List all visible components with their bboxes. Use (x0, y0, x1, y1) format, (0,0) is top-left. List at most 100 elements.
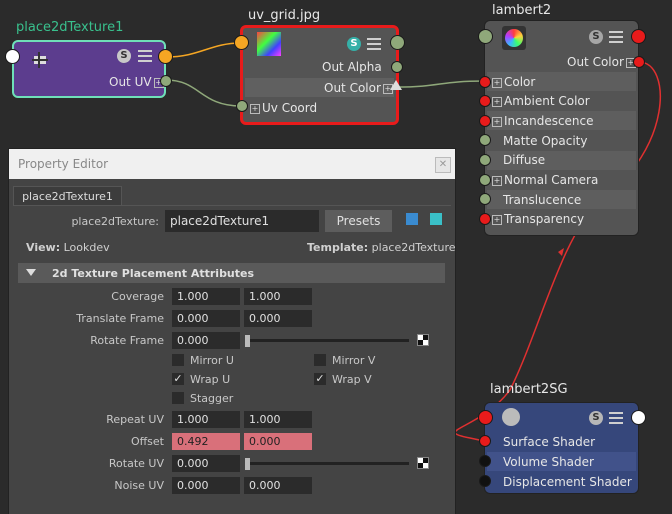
rotate-frame-field[interactable]: 0.000 (172, 332, 240, 349)
uv-coord-port[interactable] (236, 100, 248, 112)
port-normal-camera[interactable] (479, 174, 491, 186)
attr-ambient-color-label: + Ambient Color (492, 94, 590, 108)
property-editor-titlebar[interactable]: Property Editor ✕ (9, 149, 455, 179)
place2d-node[interactable]: S Out UV + (12, 40, 166, 98)
shader-s-icon[interactable]: S (347, 37, 361, 51)
uvgrid-node[interactable]: S Out Alpha Out Color + + Uv Coord (240, 25, 399, 125)
menu-icon[interactable] (609, 31, 623, 43)
wire-outcolor-to-color (396, 80, 485, 88)
menu-icon[interactable] (609, 412, 623, 424)
port-translucence[interactable] (479, 193, 491, 205)
translate-frame-u-field[interactable]: 0.000 (172, 310, 240, 327)
port-volume-shader[interactable] (479, 455, 491, 467)
mirror-u-checkbox[interactable] (172, 354, 184, 366)
out-color-label: Out Color + (324, 81, 393, 95)
lambert2sg-input-port[interactable] (478, 410, 493, 425)
port-incandescence[interactable] (479, 115, 491, 127)
mirror-v-label: Mirror V (332, 354, 376, 367)
mirror-v-checkbox[interactable] (314, 354, 326, 366)
rotate-uv-slider[interactable] (245, 462, 409, 465)
attr-volume-shader-label: Volume Shader (503, 455, 594, 469)
tab-place2dtexture1[interactable]: place2dTexture1 (13, 186, 122, 206)
show-input-icon[interactable] (406, 213, 418, 225)
map-button-icon[interactable] (417, 334, 429, 346)
repeat-u-field[interactable]: 1.000 (172, 411, 240, 428)
attr-translucence-label: Translucence (503, 193, 582, 207)
port-color[interactable] (479, 76, 491, 88)
wrap-u-label: Wrap U (190, 373, 231, 386)
lambert2-input-port[interactable] (478, 29, 493, 44)
stagger-checkbox[interactable] (172, 392, 184, 404)
attr-surface-shader-label: Surface Shader (503, 435, 596, 449)
coverage-v-field[interactable]: 1.000 (244, 288, 312, 305)
port-displacement-shader[interactable] (479, 475, 491, 487)
offset-u-field[interactable]: 0.492 (172, 433, 240, 450)
wrap-u-checkbox[interactable]: ✓ (172, 373, 184, 385)
uvgrid-output-port[interactable] (390, 35, 405, 50)
expand-plus-icon: + (250, 103, 260, 114)
wrap-v-checkbox[interactable]: ✓ (314, 373, 326, 385)
port-ambient-color[interactable] (479, 95, 491, 107)
out-alpha-label: Out Alpha (322, 60, 382, 74)
section-header[interactable]: 2d Texture Placement Attributes (18, 263, 445, 283)
node-name-field[interactable]: place2dTexture1 (165, 210, 319, 232)
rotate-uv-field[interactable]: 0.000 (172, 455, 240, 472)
menu-icon[interactable] (367, 38, 381, 50)
translate-frame-label: Translate Frame (76, 312, 164, 325)
attr-color-label: + Color (492, 75, 536, 89)
out-color-label: Out Color + (567, 55, 636, 69)
node-name-label: place2dTexture: (71, 215, 159, 228)
property-editor-title: Property Editor (18, 157, 109, 171)
lambert2sg-output-port[interactable] (631, 410, 646, 425)
noise-u-field[interactable]: 0.000 (172, 477, 240, 494)
rotate-frame-slider[interactable] (245, 339, 409, 342)
shader-s-icon[interactable]: S (589, 30, 603, 44)
place2d-icon (32, 52, 48, 68)
uvgrid-input-port[interactable] (234, 35, 249, 50)
place2d-node-title[interactable]: place2dTexture1 (16, 20, 123, 35)
offset-v-field[interactable]: 0.000 (244, 433, 312, 450)
attr-displacement-shader-label: Displacement Shader (503, 475, 632, 489)
port-diffuse[interactable] (479, 154, 491, 166)
presets-button[interactable]: Presets (325, 210, 392, 232)
rotate-uv-label: Rotate UV (108, 457, 164, 470)
out-color-port-icon[interactable] (390, 80, 402, 90)
attr-diffuse-label: Diffuse (503, 153, 546, 167)
show-output-icon[interactable] (430, 213, 442, 225)
attr-transparency-label: + Transparency (492, 212, 585, 226)
lambert2-node-title[interactable]: lambert2 (492, 3, 551, 18)
wire-place2d-to-uvgrid-top (165, 42, 242, 58)
lambert2-node[interactable]: S Out Color + + Color + Ambient Color + Inca… (484, 20, 639, 236)
mirror-u-label: Mirror U (190, 354, 234, 367)
place2d-input-port[interactable] (5, 49, 20, 64)
wire-arrow (558, 248, 564, 256)
out-color-port[interactable] (633, 56, 645, 68)
coverage-label: Coverage (111, 290, 164, 303)
rotate-uv-slider-handle[interactable] (245, 458, 250, 470)
translate-frame-v-field[interactable]: 0.000 (244, 310, 312, 327)
out-uv-port[interactable] (160, 75, 172, 87)
lambert2sg-node-title[interactable]: lambert2SG (490, 382, 568, 397)
shader-s-icon[interactable]: S (117, 49, 131, 63)
lambert2-output-port[interactable] (631, 29, 646, 44)
shading-group-icon (502, 408, 520, 426)
section-title: 2d Texture Placement Attributes (52, 267, 255, 280)
port-transparency[interactable] (479, 213, 491, 225)
lambert2sg-node[interactable]: S Surface Shader Volume Shader Displacem… (484, 402, 639, 494)
place2d-output-port[interactable] (158, 49, 173, 64)
collapse-arrow-icon[interactable] (26, 269, 36, 276)
map-button-icon[interactable] (417, 457, 429, 469)
wrap-v-label: Wrap V (332, 373, 372, 386)
shader-s-icon[interactable]: S (589, 411, 603, 425)
noise-v-field[interactable]: 0.000 (244, 477, 312, 494)
coverage-u-field[interactable]: 1.000 (172, 288, 240, 305)
repeat-v-field[interactable]: 1.000 (244, 411, 312, 428)
attr-normal-camera-label: + Normal Camera (492, 173, 599, 187)
port-matte-opacity[interactable] (479, 134, 491, 146)
close-icon[interactable]: ✕ (435, 157, 451, 173)
rotate-frame-slider-handle[interactable] (245, 335, 250, 347)
uvgrid-node-title[interactable]: uv_grid.jpg (248, 8, 320, 23)
menu-icon[interactable] (138, 50, 152, 62)
out-alpha-port[interactable] (391, 61, 403, 73)
port-surface-shader[interactable] (479, 435, 491, 447)
